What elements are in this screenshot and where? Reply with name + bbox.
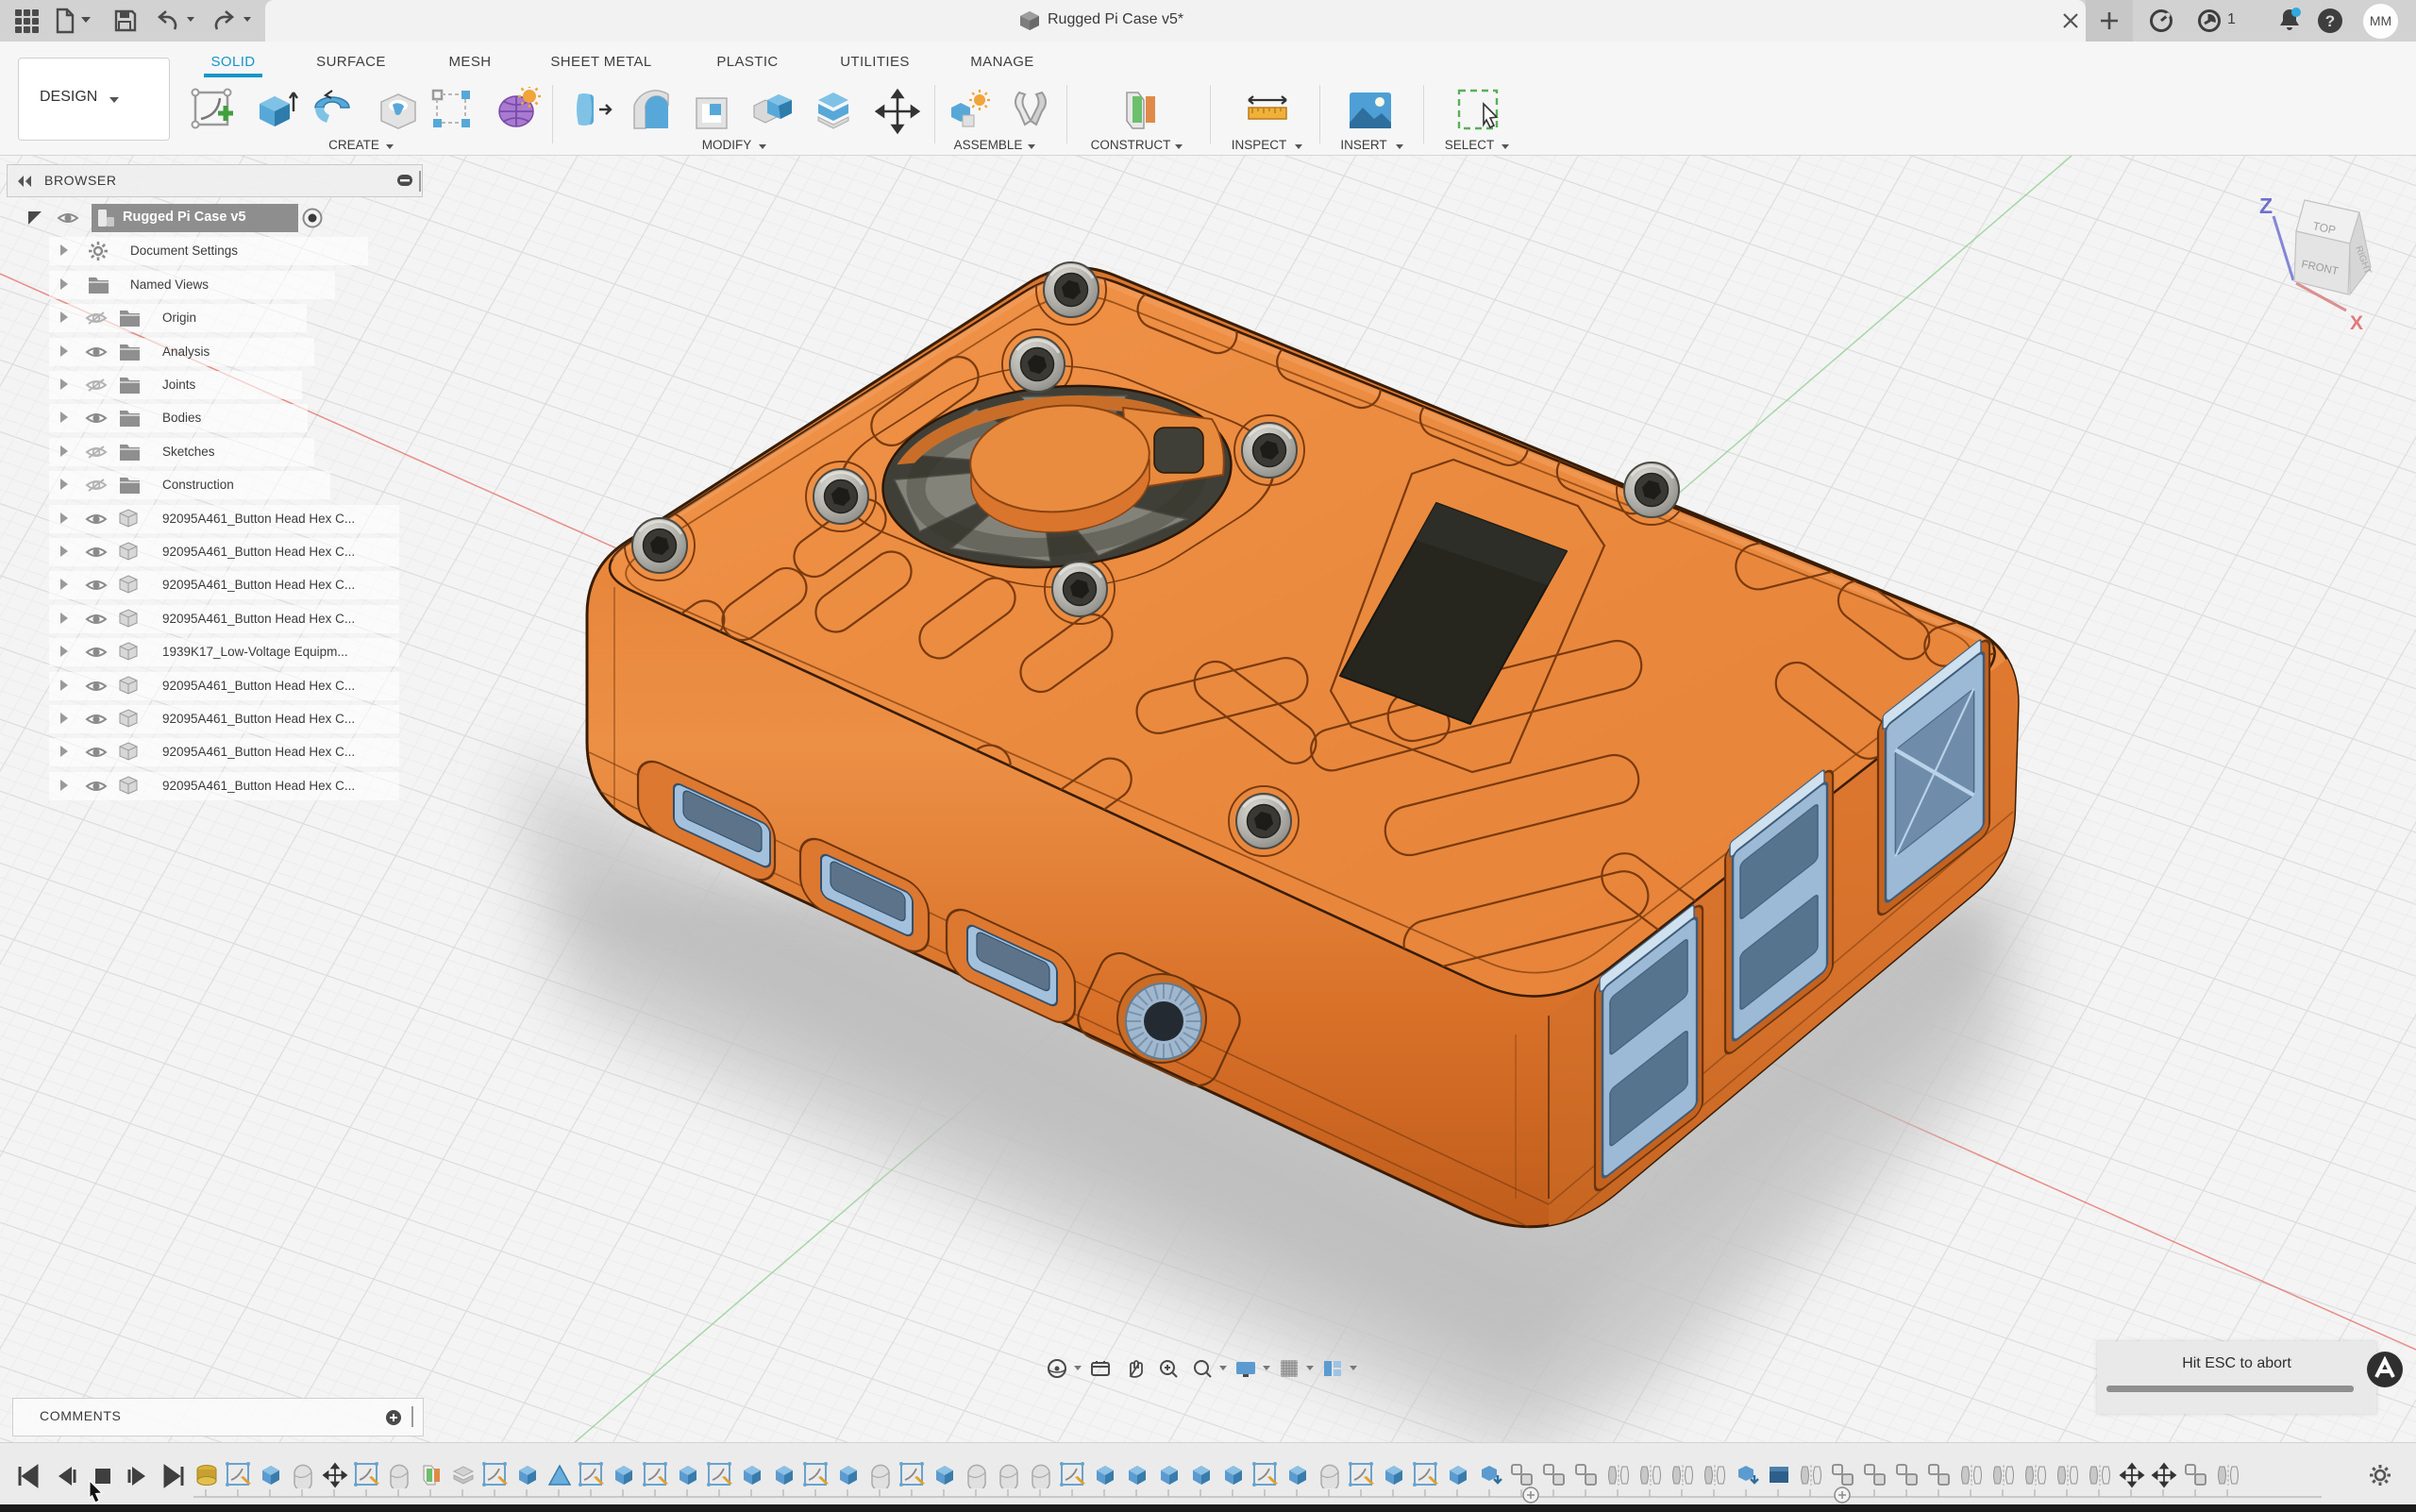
svg-text:?: ? [2325, 12, 2335, 30]
svg-text:X: X [2350, 312, 2363, 334]
svg-text:Z: Z [2259, 193, 2273, 218]
